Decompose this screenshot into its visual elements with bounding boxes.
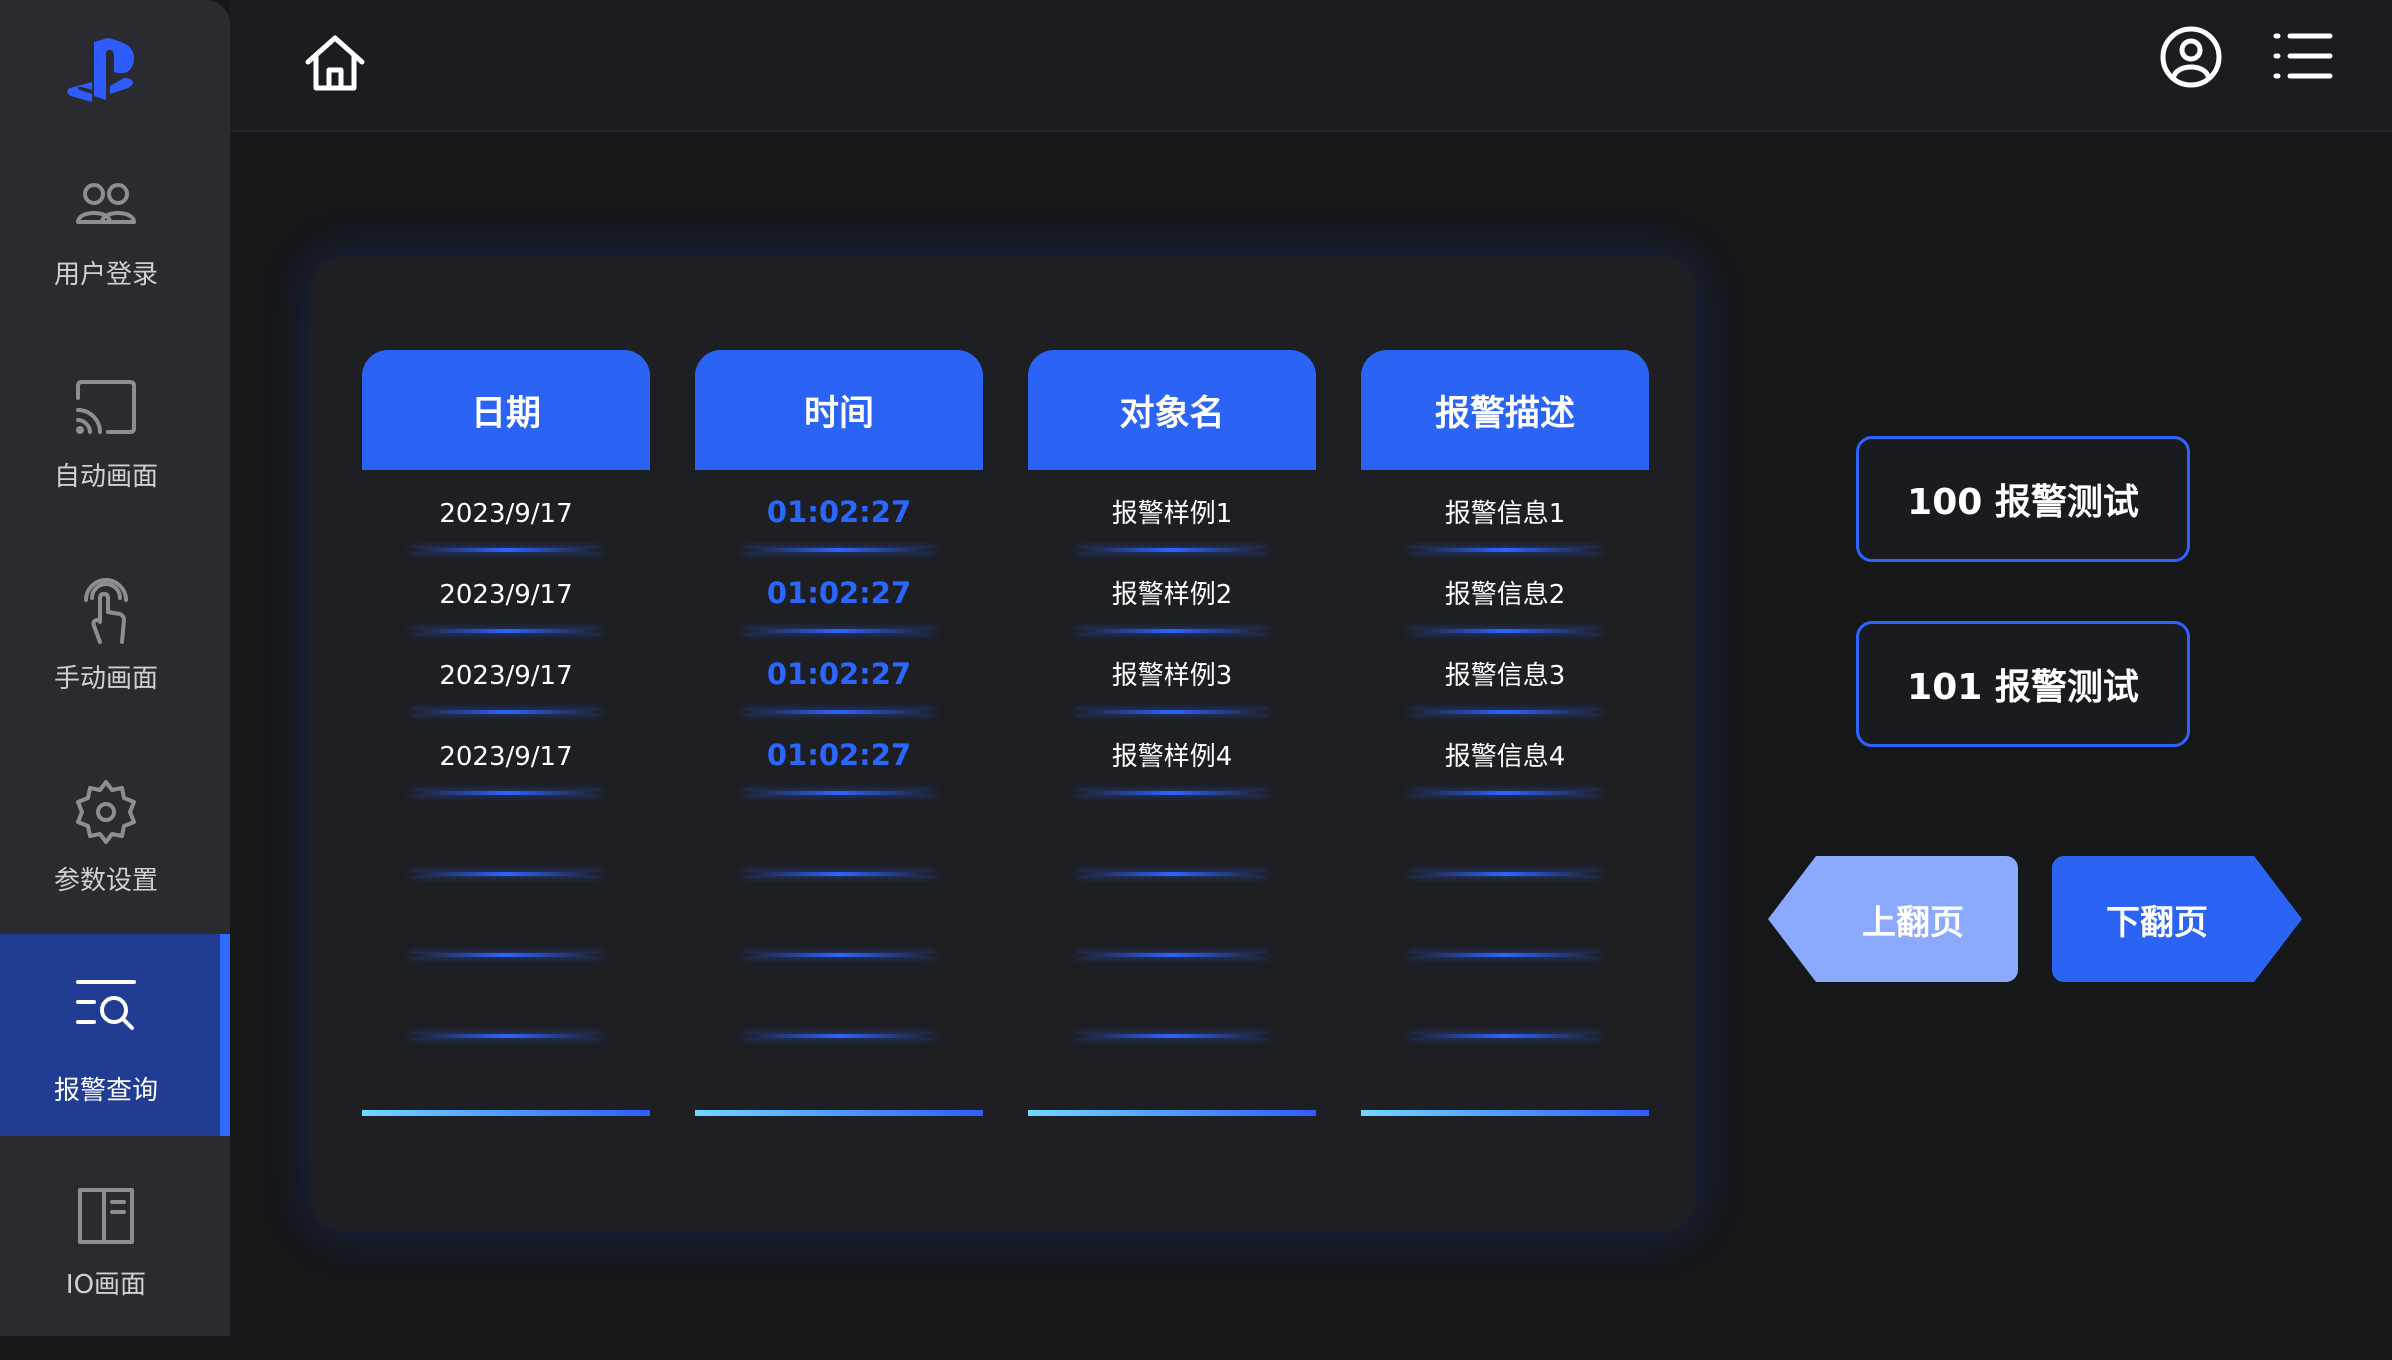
row-divider [743,953,935,957]
row-divider [743,710,935,714]
row-divider [410,710,602,714]
row-divider [743,629,935,633]
sidebar-item-label: IO画面 [65,1270,147,1300]
row-divider [1076,872,1268,876]
table-cell: 2023/9/17 [439,499,573,529]
alarm-test-101-button[interactable]: 101 报警测试 [1856,621,2190,747]
row-divider [1409,629,1601,633]
row-divider [743,872,935,876]
sidebar-item-label: 参数设置 [53,866,158,896]
row-divider [1409,1034,1601,1038]
row-divider [410,791,602,795]
sidebar-item-label: 用户登录 [53,260,158,290]
row-divider [1076,791,1268,795]
column-object-name: 对象名 报警样例1 报警样例2 报警样例3 报警样例4 [1028,350,1316,1116]
table-cell: 01:02:27 [766,576,912,610]
sidebar-item-io-screen[interactable]: IO画面 [0,1158,230,1360]
table-cell: 报警样例3 [1111,661,1233,691]
sidebar-item-label: 自动画面 [53,462,158,492]
table-cell: 01:02:27 [766,495,912,529]
sidebar-item-parameter-settings[interactable]: 参数设置 [0,754,230,956]
row-divider [743,1034,935,1038]
row-divider [743,548,935,552]
table-cell: 报警样例1 [1111,499,1233,529]
table-cell: 2023/9/17 [439,661,573,691]
menu-list-icon[interactable] [2272,30,2334,82]
sidebar-item-label: 报警查询 [53,1076,158,1106]
column-header[interactable]: 对象名 [1028,350,1316,470]
column-bottom-bar [362,1110,650,1116]
table-cell: 01:02:27 [766,657,912,691]
touch-icon [72,576,140,644]
row-divider [410,953,602,957]
column-bottom-bar [695,1110,983,1116]
sidebar-item-alarm-query[interactable]: 报警查询 [0,934,230,1136]
row-divider [1076,548,1268,552]
column-date: 日期 2023/9/17 2023/9/17 2023/9/17 2023/9/… [362,350,650,1116]
column-bottom-bar [1361,1110,1649,1116]
table-cell: 2023/9/17 [439,742,573,772]
row-divider [1076,953,1268,957]
row-divider [1409,872,1601,876]
playstation-logo-icon [64,38,144,106]
row-divider [1076,1034,1268,1038]
sidebar-item-user-login[interactable]: 用户登录 [0,148,230,350]
row-divider [1076,629,1268,633]
sidebar-item-manual-screen[interactable]: 手动画面 [0,552,230,754]
row-divider [410,548,602,552]
row-divider [1076,710,1268,714]
alarm-test-100-button[interactable]: 100 报警测试 [1856,436,2190,562]
row-divider [1409,548,1601,552]
table-cell: 报警信息3 [1444,661,1566,691]
search-list-icon [72,972,140,1040]
row-divider [743,791,935,795]
row-divider [410,872,602,876]
sidebar-item-auto-screen[interactable]: 自动画面 [0,350,230,552]
sidebar: 用户登录 自动画面 手动画面 参数设置 报警查询 IO画面 [0,0,230,1336]
next-page-button[interactable]: 下翻页 [2052,856,2302,982]
column-time: 时间 01:02:27 01:02:27 01:02:27 01:02:27 [695,350,983,1116]
table-cell: 报警样例4 [1111,742,1233,772]
previous-page-button[interactable]: 上翻页 [1768,856,2018,982]
column-alarm-description: 报警描述 报警信息1 报警信息2 报警信息3 报警信息4 [1361,350,1649,1116]
table-cell: 报警样例2 [1111,580,1233,610]
sidebar-item-label: 手动画面 [53,664,158,694]
user-account-icon[interactable] [2158,24,2224,90]
column-header[interactable]: 日期 [362,350,650,470]
row-divider [410,1034,602,1038]
gear-icon [72,778,140,846]
table-cell: 报警信息4 [1444,742,1566,772]
top-bar [230,0,2392,132]
column-header[interactable]: 报警描述 [1361,350,1649,470]
alarm-table-card: 日期 2023/9/17 2023/9/17 2023/9/17 2023/9/… [310,256,1696,1232]
home-icon[interactable] [302,30,368,96]
table-cell: 报警信息2 [1444,580,1566,610]
users-icon [72,172,140,240]
row-divider [1409,953,1601,957]
cast-icon [72,374,140,442]
row-divider [1409,710,1601,714]
row-divider [410,629,602,633]
column-bottom-bar [1028,1110,1316,1116]
column-header[interactable]: 时间 [695,350,983,470]
panel-icon [72,1182,140,1250]
table-cell: 2023/9/17 [439,580,573,610]
table-cell: 报警信息1 [1444,499,1566,529]
row-divider [1409,791,1601,795]
table-cell: 01:02:27 [766,738,912,772]
